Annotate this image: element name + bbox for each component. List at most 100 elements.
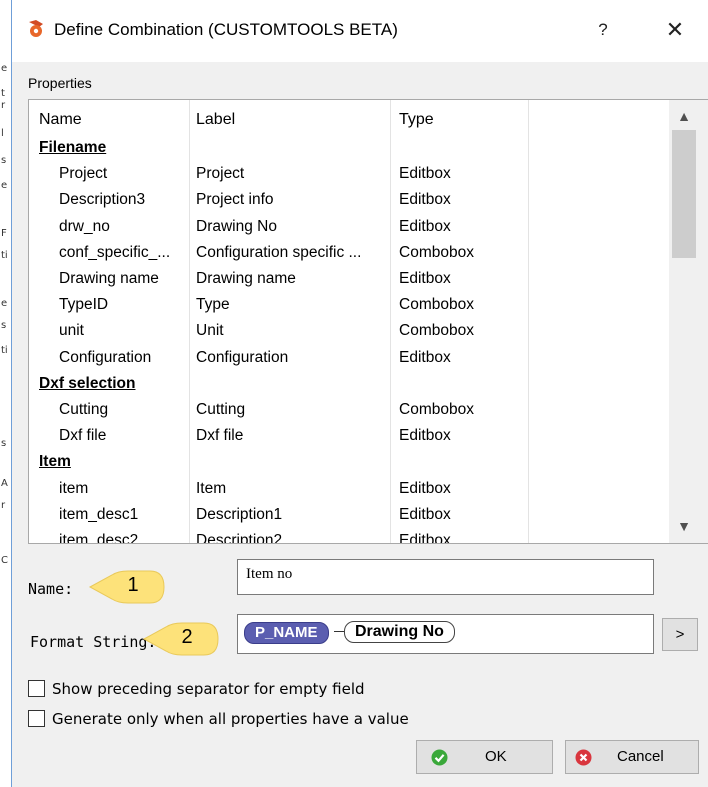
property-row[interactable]: item Item Editbox [29,477,669,503]
property-name: item_desc2 [59,532,139,544]
property-type: Combobox [399,322,474,340]
background-text-fragment: e [1,180,8,191]
property-type: Combobox [399,243,474,261]
ok-button[interactable]: OK [416,740,553,774]
background-text-fragment: ti [1,345,8,356]
property-type: Editbox [399,427,451,445]
scrollbar-thumb[interactable] [672,130,696,258]
property-name: Description3 [59,191,146,209]
background-text-fragment: r [1,100,6,111]
property-name: drw_no [59,217,110,235]
background-text-fragment: s [1,320,7,331]
background-text-fragment: s [1,438,7,449]
group-name: Filename [39,139,107,156]
group-row[interactable]: Item [29,450,669,476]
property-name: Cutting [59,401,109,418]
property-label: Cutting [196,401,246,418]
property-label: Project [196,165,245,183]
ok-check-icon [431,749,448,766]
background-text-fragment: s [1,155,7,166]
background-text-fragment: r [1,500,6,511]
insert-property-button[interactable]: > [662,618,698,651]
property-name: Project [59,165,108,183]
property-row[interactable]: Drawing name Drawing name Editbox [29,267,669,293]
property-row[interactable]: unit Unit Combobox [29,319,669,345]
property-name: Dxf file [59,427,107,445]
name-input[interactable]: Item no [237,559,654,595]
group-name: Dxf selection [39,374,136,392]
property-type: Editbox [399,217,451,235]
property-row[interactable]: item_desc1 Description1 Editbox [29,503,669,529]
group-name: Item [39,453,71,471]
property-label: Unit [196,322,224,340]
property-label: Description1 [196,505,283,523]
close-button[interactable]: ✕ [660,15,690,45]
ok-label: OK [485,748,507,765]
property-label: Drawing No [196,217,277,235]
app-icon [29,20,43,37]
property-label: Type [196,296,230,314]
property-row[interactable]: Project Project Editbox [29,162,669,188]
group-row[interactable]: Filename [29,136,669,162]
title-bar: Define Combination (CUSTOMTOOLS BETA) ? … [12,0,708,62]
column-header-type[interactable]: Type [399,111,434,129]
property-row[interactable]: drw_no Drawing No Editbox [29,215,669,241]
background-text-fragment: C [1,555,8,566]
property-row[interactable]: Configuration Configuration Editbox [29,346,669,372]
name-input-value: Item no [246,566,293,582]
background-window-strip: e t r l s e Fti e s ti s Ar C [0,0,12,787]
property-row[interactable]: TypeID Type Combobox [29,293,669,319]
property-type: Editbox [399,348,451,366]
property-type: Combobox [399,401,474,418]
background-text-fragment: F [1,228,7,239]
property-name: item_desc1 [59,505,139,523]
property-row[interactable]: item_desc2 Description2 Editbox [29,529,669,544]
property-label: Configuration specific ... [196,243,362,261]
property-label: Description2 [196,532,283,544]
format-token-p-name[interactable]: P_NAME [244,622,329,644]
background-text-fragment: ti [1,250,8,261]
name-label: Name: [28,580,74,598]
format-string-input[interactable]: P_NAME Drawing No [237,614,654,654]
dialog-title: Define Combination (CUSTOMTOOLS BETA) [54,20,398,39]
property-label: Configuration [196,348,289,366]
format-token-drawing-no[interactable]: Drawing No [344,621,455,643]
background-text-fragment: A [1,478,8,489]
format-string-label: Format String: [30,633,157,651]
property-row[interactable]: Dxf file Dxf file Editbox [29,424,669,450]
property-name: conf_specific_... [59,243,171,261]
properties-label: Properties [28,75,92,91]
help-button[interactable]: ? [590,17,616,43]
show-separator-checkbox[interactable] [28,680,45,697]
column-header-label[interactable]: Label [196,111,235,129]
group-row[interactable]: Dxf selection [29,372,669,398]
property-row[interactable]: Description3 Project info Editbox [29,188,669,214]
property-row[interactable]: Cutting Cutting Combobox [29,398,669,424]
property-name: Configuration [59,348,152,366]
property-name: item [59,479,89,497]
generate-when-all-label: Generate only when all properties have a… [52,710,409,728]
background-text-fragment: t [1,88,5,99]
cancel-label: Cancel [617,748,664,765]
cancel-button[interactable]: Cancel [565,740,699,774]
callout-2: 2 [142,621,222,657]
callout-2-number: 2 [181,626,193,648]
column-header-name[interactable]: Name [39,111,82,129]
property-type: Editbox [399,191,451,209]
vertical-scrollbar[interactable]: ▲ ▼ [669,100,708,543]
properties-list[interactable]: Name Label Type Filename Project Project Ed… [28,99,708,544]
scroll-up-icon[interactable]: ▲ [669,108,699,124]
callout-1-number: 1 [127,574,139,596]
property-type: Editbox [399,165,451,183]
property-row[interactable]: conf_specific_... Configuration specific … [29,241,669,267]
cancel-x-icon [575,749,592,766]
property-type: Editbox [399,479,451,497]
generate-when-all-checkbox[interactable] [28,710,45,727]
property-name: unit [59,322,84,340]
define-combination-dialog: Define Combination (CUSTOMTOOLS BETA) ? … [12,0,708,787]
show-separator-label: Show preceding separator for empty field [52,680,365,698]
callout-1: 1 [88,569,168,605]
property-name: TypeID [59,296,109,314]
scroll-down-icon[interactable]: ▼ [669,518,699,534]
property-type: Editbox [399,270,451,287]
